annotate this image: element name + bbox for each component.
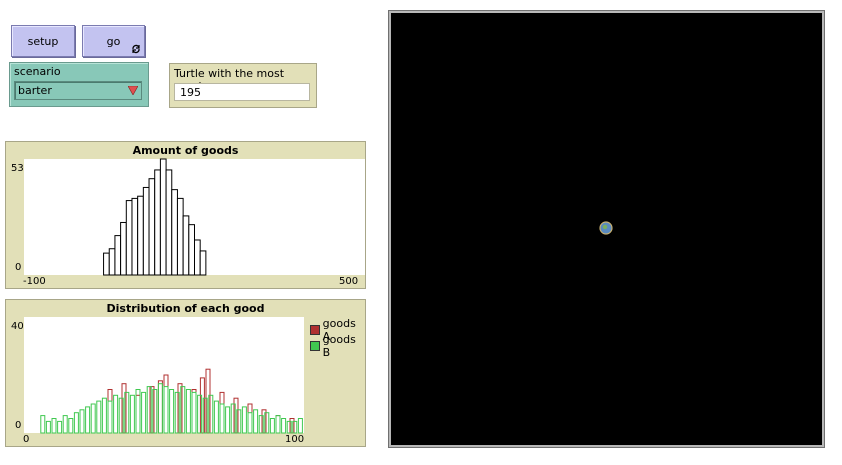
histogram-bar: [188, 224, 195, 276]
histogram-bar: [182, 215, 190, 276]
histogram-bar: [148, 178, 156, 276]
histogram-bar: [120, 221, 127, 276]
scenario-dropdown[interactable]: barter: [14, 81, 142, 100]
distribution-plot: Distribution of each good 40 0 0 100 goo…: [5, 299, 366, 447]
dropdown-arrow-icon[interactable]: [128, 86, 138, 95]
histogram-bar: [159, 158, 167, 276]
scenario-chooser[interactable]: scenario barter: [9, 62, 149, 107]
distribution-chart: [24, 317, 304, 434]
histogram-bar: [199, 250, 207, 276]
monitor-value: 195: [180, 86, 201, 99]
monitor-value-box: 195: [174, 83, 310, 101]
amount-of-goods-chart: [24, 158, 365, 276]
histogram-bar: [131, 197, 139, 276]
histogram-bar: [194, 239, 201, 276]
histogram-bar: [108, 248, 116, 276]
forever-icon: [132, 44, 140, 54]
most-goods-monitor: Turtle with the most goods 195: [169, 63, 317, 108]
histogram-bar: [165, 169, 173, 276]
chooser-title: scenario: [14, 65, 61, 78]
chooser-value: barter: [18, 84, 52, 97]
histogram-bar: [103, 252, 110, 276]
go-button[interactable]: go: [82, 25, 145, 57]
setup-button-label: setup: [27, 34, 59, 48]
histogram-bar: [125, 200, 133, 276]
histogram-bar: [137, 195, 144, 276]
histogram-bar: [171, 189, 178, 276]
histogram-bar: [142, 186, 150, 276]
setup-button[interactable]: setup: [11, 25, 75, 57]
histogram-bar: [114, 235, 122, 276]
histogram-bar: [154, 169, 161, 276]
turtle-icon[interactable]: [599, 221, 613, 235]
go-button-label: go: [106, 34, 121, 48]
world-view[interactable]: [389, 11, 824, 447]
amount-of-goods-plot: Amount of goods 53 0 -100 500: [5, 141, 366, 289]
histogram-bar: [176, 197, 184, 276]
